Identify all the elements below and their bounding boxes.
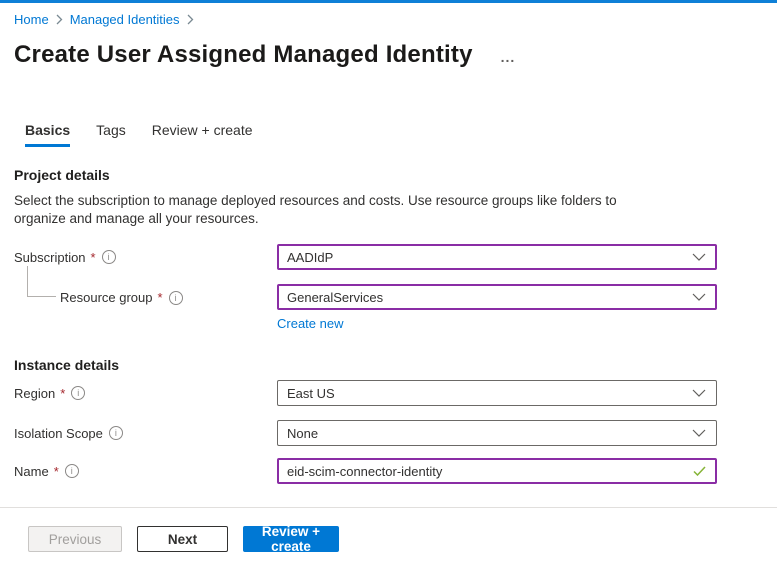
chevron-down-icon bbox=[692, 253, 706, 261]
region-value: East US bbox=[287, 386, 335, 401]
project-details-fields: Subscription * i AADIdP Resource group *… bbox=[14, 244, 763, 333]
page-title: Create User Assigned Managed Identity bbox=[14, 41, 473, 69]
required-marker: * bbox=[158, 290, 163, 305]
resource-group-row: Resource group * i GeneralServices Creat… bbox=[14, 284, 763, 333]
next-button[interactable]: Next bbox=[137, 526, 228, 552]
previous-button[interactable]: Previous bbox=[28, 526, 122, 552]
chevron-down-icon bbox=[692, 293, 706, 301]
footer-action-bar: Previous Next Review + create bbox=[28, 526, 339, 552]
instance-details-heading: Instance details bbox=[14, 357, 763, 374]
chevron-down-icon bbox=[692, 429, 706, 437]
info-icon[interactable]: i bbox=[71, 386, 85, 400]
isolation-scope-label: Isolation Scope bbox=[14, 426, 103, 441]
isolation-scope-dropdown[interactable]: None bbox=[277, 420, 717, 446]
region-dropdown[interactable]: East US bbox=[277, 380, 717, 406]
isolation-scope-value: None bbox=[287, 426, 318, 441]
subscription-label: Subscription bbox=[14, 250, 86, 265]
resource-group-label: Resource group bbox=[60, 290, 153, 305]
valid-check-icon bbox=[693, 466, 706, 476]
required-marker: * bbox=[60, 386, 65, 401]
top-accent-bar bbox=[0, 0, 777, 3]
region-label-group: Region * i bbox=[14, 386, 277, 401]
name-input[interactable] bbox=[287, 460, 685, 482]
tab-bar: Basics Tags Review + create bbox=[14, 120, 763, 147]
info-icon[interactable]: i bbox=[102, 250, 116, 264]
info-icon[interactable]: i bbox=[109, 426, 123, 440]
footer-divider bbox=[0, 507, 777, 508]
tab-tags[interactable]: Tags bbox=[96, 120, 126, 147]
required-marker: * bbox=[54, 464, 59, 479]
name-label: Name bbox=[14, 464, 49, 479]
required-marker: * bbox=[91, 250, 96, 265]
tab-review-create[interactable]: Review + create bbox=[152, 120, 253, 147]
chevron-down-icon bbox=[692, 389, 706, 397]
breadcrumb-home-link[interactable]: Home bbox=[14, 12, 49, 27]
breadcrumb: Home Managed Identities bbox=[14, 11, 763, 27]
name-label-group: Name * i bbox=[14, 464, 277, 479]
create-new-link[interactable]: Create new bbox=[277, 315, 343, 332]
isolation-scope-row: Isolation Scope i None bbox=[14, 420, 763, 446]
breadcrumb-managed-identities-link[interactable]: Managed Identities bbox=[70, 12, 180, 27]
name-input-wrapper bbox=[277, 458, 717, 484]
tab-basics[interactable]: Basics bbox=[25, 120, 70, 147]
resource-group-dropdown[interactable]: GeneralServices bbox=[277, 284, 717, 310]
project-details-description: Select the subscription to manage deploy… bbox=[14, 192, 672, 228]
chevron-right-icon bbox=[56, 14, 63, 25]
info-icon[interactable]: i bbox=[169, 291, 183, 305]
chevron-right-icon bbox=[187, 14, 194, 25]
subscription-row: Subscription * i AADIdP bbox=[14, 244, 763, 270]
isolation-scope-label-group: Isolation Scope i bbox=[14, 426, 277, 441]
review-create-button[interactable]: Review + create bbox=[243, 526, 339, 552]
project-details-heading: Project details bbox=[14, 167, 763, 184]
instance-details-fields: Region * i East US Isolation Scope i bbox=[14, 380, 763, 484]
subscription-label-group: Subscription * i bbox=[14, 250, 277, 265]
subscription-value: AADIdP bbox=[287, 250, 333, 265]
region-label: Region bbox=[14, 386, 55, 401]
info-icon[interactable]: i bbox=[65, 464, 79, 478]
resource-group-value: GeneralServices bbox=[287, 290, 383, 305]
create-managed-identity-page: Home Managed Identities Create User Assi… bbox=[0, 0, 777, 484]
name-row: Name * i bbox=[14, 458, 763, 484]
subscription-dropdown[interactable]: AADIdP bbox=[277, 244, 717, 270]
region-row: Region * i East US bbox=[14, 380, 763, 406]
resource-group-connector-line bbox=[27, 266, 56, 297]
more-options-button[interactable]: ... bbox=[501, 49, 516, 65]
